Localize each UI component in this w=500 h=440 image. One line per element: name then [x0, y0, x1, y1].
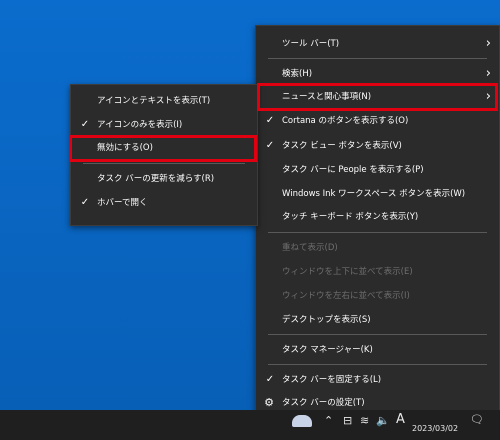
show-hidden-icons-icon[interactable]: ⌃ [324, 414, 333, 427]
menu-item-label: ウィンドウを上下に並べて表示(E) [282, 267, 413, 277]
ime-icon[interactable]: A [396, 412, 405, 427]
menu-item-label: タスク バーの更新を減らす(R) [97, 174, 215, 184]
menu-separator [83, 163, 245, 164]
chevron-right-icon: › [485, 66, 491, 81]
check-icon: ✓ [265, 140, 275, 151]
menu-separator [268, 364, 487, 365]
menu-item-touch-keyboard[interactable]: タッチ キーボード ボタンを表示(Y) [256, 206, 499, 228]
wifi-icon[interactable]: ≋ [360, 414, 369, 427]
menu-item-label: Cortana のボタンを表示する(O) [282, 116, 409, 126]
menu-item-label: ニュースと関心事項(N) [282, 92, 372, 102]
check-icon: ✓ [265, 374, 275, 385]
menu-item-label: ウィンドウを左右に並べて表示(I) [282, 291, 410, 301]
menu-item-label: 無効にする(O) [97, 143, 153, 153]
menu-item-windows-ink[interactable]: Windows Ink ワークスペース ボタンを表示(W) [256, 183, 499, 205]
news-interests-submenu: アイコンとテキストを表示(T) ✓ アイコンのみを表示(I) 無効にする(O) … [70, 84, 258, 226]
submenu-item-icon-only[interactable]: ✓ アイコンのみを表示(I) [71, 114, 257, 136]
menu-item-side-by-side: ウィンドウを左右に並べて表示(I) [256, 285, 499, 307]
menu-item-search[interactable]: 検索(H) › [256, 63, 499, 85]
menu-item-cortana[interactable]: ✓ Cortana のボタンを表示する(O) [256, 110, 499, 132]
taskbar: ⌃ ⊟ ≋ 🔈 A 2023/03/02 🗨 [0, 410, 500, 440]
menu-item-label: タスク バーに People を表示する(P) [282, 165, 424, 175]
menu-item-news-and-interests[interactable]: ニュースと関心事項(N) › [256, 86, 499, 108]
menu-item-task-view[interactable]: ✓ タスク ビュー ボタンを表示(V) [256, 135, 499, 157]
menu-item-label: タッチ キーボード ボタンを表示(Y) [282, 212, 419, 222]
menu-separator [268, 334, 487, 335]
menu-separator [268, 58, 487, 59]
menu-item-label: 検索(H) [282, 69, 313, 79]
menu-item-cascade: 重ねて表示(D) [256, 237, 499, 259]
chevron-right-icon: › [485, 89, 491, 104]
menu-item-label: アイコンのみを表示(I) [97, 120, 183, 130]
check-icon: ✓ [265, 115, 275, 126]
menu-item-toolbars[interactable]: ツール バー(T) › [256, 33, 499, 55]
submenu-item-icon-and-text[interactable]: アイコンとテキストを表示(T) [71, 90, 257, 112]
clock-date[interactable]: 2023/03/02 [412, 424, 458, 433]
menu-item-label: デスクトップを表示(S) [282, 315, 371, 325]
check-icon: ✓ [80, 119, 90, 130]
menu-item-people[interactable]: タスク バーに People を表示する(P) [256, 159, 499, 181]
menu-item-label: タスク マネージャー(K) [282, 345, 373, 355]
volume-icon[interactable]: 🔈 [376, 414, 390, 427]
submenu-item-open-on-hover[interactable]: ✓ ホバーで開く [71, 192, 257, 214]
menu-item-label: タスク バーの設定(T) [282, 398, 365, 408]
menu-item-stack-windows: ウィンドウを上下に並べて表示(E) [256, 261, 499, 283]
menu-item-label: 重ねて表示(D) [282, 243, 338, 253]
menu-item-label: Windows Ink ワークスペース ボタンを表示(W) [282, 189, 466, 199]
submenu-item-disable[interactable]: 無効にする(O) [71, 137, 257, 159]
menu-item-label: ホバーで開く [97, 198, 148, 208]
news-widget-icon[interactable] [292, 415, 312, 427]
menu-item-task-manager[interactable]: タスク マネージャー(K) [256, 339, 499, 361]
check-icon: ✓ [80, 197, 90, 208]
chevron-right-icon: › [485, 36, 491, 51]
menu-item-show-desktop[interactable]: デスクトップを表示(S) [256, 309, 499, 331]
notification-icon[interactable]: 🗨 [470, 413, 484, 426]
menu-separator [268, 232, 487, 233]
menu-item-label: タスク ビュー ボタンを表示(V) [282, 141, 402, 151]
network-icon[interactable]: ⊟ [343, 414, 352, 427]
menu-item-label: タスク バーを固定する(L) [282, 375, 382, 385]
menu-item-label: アイコンとテキストを表示(T) [97, 96, 211, 106]
menu-item-lock-taskbar[interactable]: ✓ タスク バーを固定する(L) [256, 369, 499, 391]
menu-item-label: ツール バー(T) [282, 39, 340, 49]
taskbar-context-menu: ツール バー(T) › 検索(H) › ニュースと関心事項(N) › ✓ Cor… [255, 25, 500, 416]
submenu-item-reduce-updates[interactable]: タスク バーの更新を減らす(R) [71, 168, 257, 190]
